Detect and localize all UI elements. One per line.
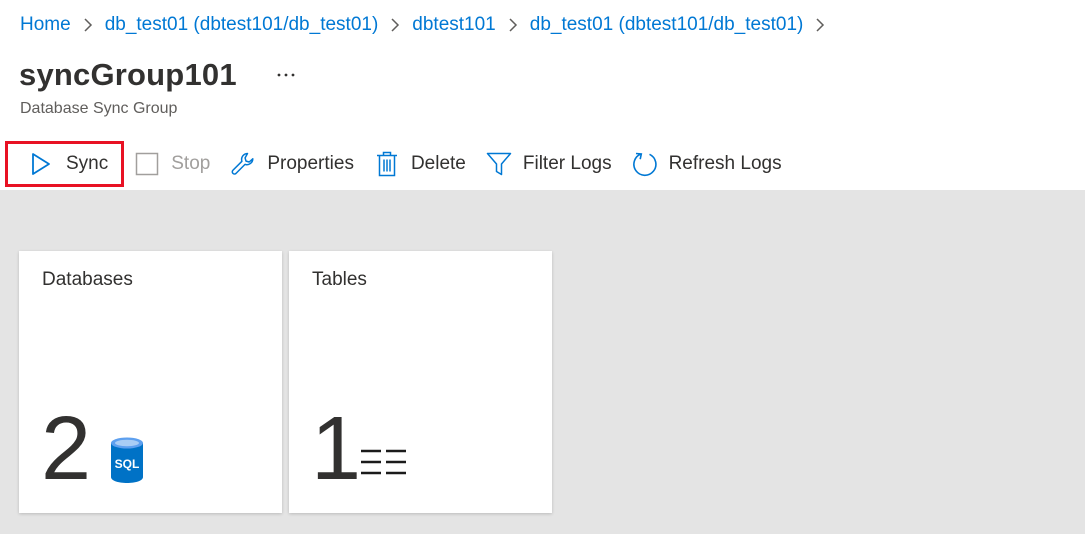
breadcrumb-database-2[interactable]: db_test01 (dbtest101/db_test01) — [530, 14, 804, 36]
tables-tile[interactable]: Tables 1 — [289, 251, 552, 513]
filter-icon — [486, 151, 512, 177]
delete-label: Delete — [410, 153, 466, 174]
chevron-right-icon — [803, 12, 837, 38]
breadcrumb: Home db_test01 (dbtest101/db_test01) dbt… — [20, 12, 837, 38]
page-subtitle: Database Sync Group — [20, 100, 178, 117]
table-list-icon — [361, 449, 406, 475]
stop-icon — [134, 151, 160, 177]
svg-text:SQL: SQL — [115, 457, 140, 471]
sync-button[interactable]: Sync — [5, 141, 125, 187]
tables-count: 1 — [311, 399, 362, 499]
page-title: syncGroup101 — [19, 57, 237, 92]
delete-button[interactable]: Delete — [364, 142, 476, 186]
databases-tile-title: Databases — [42, 269, 133, 290]
wrench-icon — [230, 151, 256, 177]
breadcrumb-server[interactable]: dbtest101 — [412, 14, 495, 36]
play-icon — [28, 151, 54, 177]
properties-label: Properties — [267, 153, 354, 174]
refresh-icon — [632, 151, 658, 177]
stop-label: Stop — [171, 153, 211, 174]
breadcrumb-database[interactable]: db_test01 (dbtest101/db_test01) — [105, 14, 379, 36]
databases-count: 2 — [41, 399, 92, 499]
filter-logs-button[interactable]: Filter Logs — [476, 142, 622, 186]
chevron-right-icon — [496, 12, 530, 38]
page-header: syncGroup101 — [19, 54, 299, 96]
filter-logs-label: Filter Logs — [522, 153, 612, 174]
ellipsis-icon — [277, 73, 295, 77]
refresh-logs-button[interactable]: Refresh Logs — [622, 142, 792, 186]
more-options-button[interactable] — [273, 62, 299, 88]
refresh-logs-label: Refresh Logs — [668, 153, 782, 174]
properties-button[interactable]: Properties — [220, 142, 364, 186]
sql-database-icon: SQL — [111, 437, 143, 483]
sync-label: Sync — [66, 153, 109, 174]
dashboard-area: Databases 2 SQL Tables 1 — [0, 190, 1085, 534]
breadcrumb-home[interactable]: Home — [20, 14, 71, 36]
command-bar: Sync Stop Properties Delete Filter Logs … — [0, 140, 1085, 188]
tables-tile-title: Tables — [312, 269, 367, 290]
chevron-right-icon — [71, 12, 105, 38]
databases-tile[interactable]: Databases 2 SQL — [19, 251, 282, 513]
stop-button[interactable]: Stop — [124, 142, 220, 186]
trash-icon — [374, 151, 400, 177]
chevron-right-icon — [378, 12, 412, 38]
